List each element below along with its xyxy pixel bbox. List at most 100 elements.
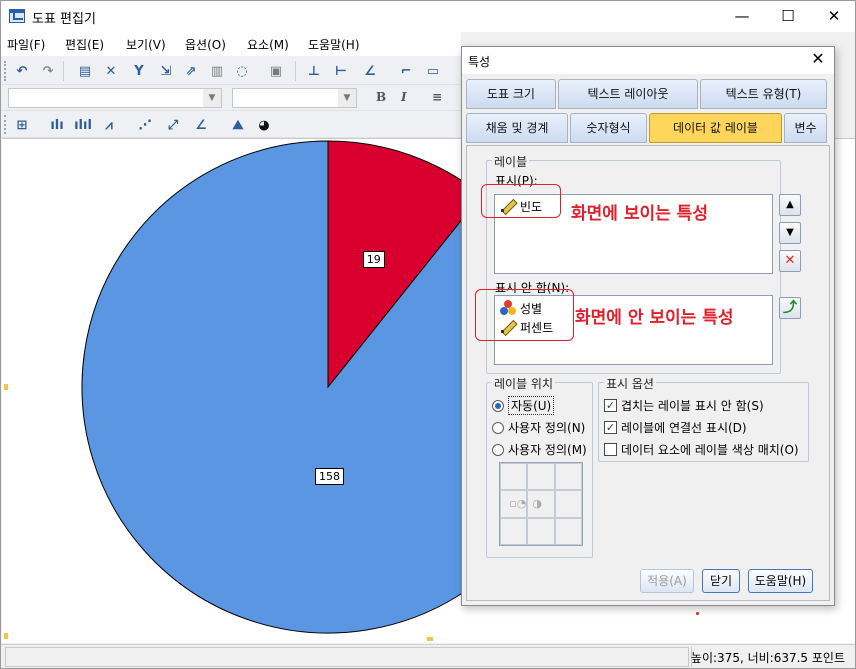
redo-icon[interactable]: ↷	[39, 62, 57, 80]
menu-help[interactable]: 도움말(H)	[308, 36, 360, 53]
display-options-title: 표시 옵션	[604, 375, 656, 392]
add-to-display-button[interactable]: ⤴	[779, 297, 801, 319]
minimize-button[interactable]: —	[719, 1, 765, 31]
transpose-icon[interactable]: ⇲	[157, 62, 175, 80]
checkbox-indicator[interactable]	[604, 443, 617, 456]
axis-x-icon[interactable]: ⊥	[305, 62, 323, 80]
checkbox-indicator[interactable]: ✓	[604, 421, 617, 434]
resize-handle[interactable]	[4, 633, 8, 639]
help-button[interactable]: 도움말(H)	[748, 569, 813, 593]
data-value-labels-panel: 레이블 표시(P): 빈도 ▲ ▼ ✕ 표시 안 함(N): 성별 퍼센트 ⤴ …	[466, 145, 830, 615]
label-position-grid[interactable]: ▫◔ ◑	[499, 462, 583, 546]
delete-button[interactable]: ✕	[779, 250, 801, 272]
menu-file[interactable]: 파일(F)	[7, 36, 45, 53]
position-custom-m-radio[interactable]: 사용자 정의(M)	[492, 441, 587, 458]
filter-icon[interactable]: Y	[130, 62, 148, 80]
data-label-19[interactable]: 19	[362, 251, 385, 269]
match-color-label: 데이터 요소에 레이블 색상 매치(O)	[621, 443, 799, 457]
properties-icon[interactable]: ▤	[76, 62, 94, 80]
status-bar: 높이:375, 너비:637.5 포인트	[1, 644, 855, 668]
apply-button[interactable]: 적용(A)	[640, 569, 694, 593]
tab-text-style[interactable]: 텍스트 유형(T)	[700, 79, 827, 109]
properties-dialog: 특성 ✕ 도표 크기 텍스트 레이아웃 텍스트 유형(T) 채움 및 경계 숫자…	[461, 46, 835, 615]
italic-button[interactable]: I	[401, 90, 407, 104]
dialog-close-icon[interactable]: ✕	[808, 49, 828, 68]
data-label-158[interactable]: 158	[315, 468, 344, 485]
frame-alt-icon[interactable]: ▭	[424, 62, 442, 80]
mountain-icon[interactable]: ⛰	[229, 116, 247, 134]
menu-bar: 파일(F) 편집(E) 보기(V) 옵션(O) 요소(M) 도움말(H)	[1, 32, 461, 56]
leader-lines-checkbox[interactable]: ✓ 레이블에 연결선 표시(D)	[604, 419, 747, 436]
axis-y-icon[interactable]: ⊢	[332, 62, 350, 80]
annotation-shown: 화면에 보이는 특성	[571, 204, 708, 224]
title-bar: 도표 편집기 — ☐ ✕	[1, 1, 855, 32]
line-icon[interactable]: ⩘	[100, 116, 118, 134]
bar-icon[interactable]: ılı	[48, 116, 66, 134]
position-custom-radio[interactable]: 사용자 정의(N)	[492, 419, 585, 436]
undo-icon[interactable]: ↶	[13, 62, 31, 80]
bar-chart-icon[interactable]: ▥	[208, 62, 226, 80]
menu-edit[interactable]: 편집(E)	[65, 36, 104, 53]
move-down-button[interactable]: ▼	[779, 222, 801, 244]
toolbar-format: ▼ ▼ B I ≡	[1, 85, 461, 111]
text-frame-icon[interactable]: ▣	[267, 62, 285, 80]
chart-editor-window: 도표 편집기 — ☐ ✕ 파일(F) 편집(E) 보기(V) 옵션(O) 요소(…	[0, 0, 856, 669]
tab-number-format[interactable]: 숫자형식	[570, 113, 647, 143]
scale-line-icon[interactable]: ∠	[361, 62, 379, 80]
dialog-title-bar: 특성 ✕	[462, 47, 834, 74]
hide-overlap-checkbox[interactable]: ✓ 겹치는 레이블 표시 안 함(S)	[604, 397, 764, 414]
radio-indicator[interactable]	[492, 421, 504, 434]
resize-handle[interactable]	[4, 384, 8, 390]
lasso-icon[interactable]: ◌	[233, 62, 251, 80]
chart-size-readout: 높이:375, 너비:637.5 포인트	[690, 651, 845, 665]
chevron-down-icon[interactable]: ▼	[338, 89, 356, 107]
align-left-button[interactable]: ≡	[432, 90, 442, 104]
leader-lines-label: 레이블에 연결선 표시(D)	[621, 421, 747, 435]
menu-options[interactable]: 옵션(O)	[185, 36, 226, 53]
cross-icon[interactable]: ✕	[102, 62, 120, 80]
match-color-checkbox[interactable]: 데이터 요소에 레이블 색상 매치(O)	[604, 441, 799, 458]
position-center-icon: ◑	[527, 490, 555, 518]
annotation-hidden: 화면에 안 보이는 특성	[575, 308, 734, 328]
position-custom-label: 사용자 정의(N)	[508, 421, 586, 435]
resize-handle[interactable]	[427, 637, 433, 641]
toolbar-grip[interactable]	[4, 115, 7, 134]
toolbar-grip[interactable]	[4, 61, 7, 81]
scale-icon[interactable]: ⇗	[182, 62, 200, 80]
position-auto-radio[interactable]: 자동(U)	[492, 396, 555, 415]
highlight-shown	[481, 184, 561, 218]
bar-group-icon[interactable]: ılıl	[74, 116, 92, 134]
data-label-mode-icon[interactable]: ⊞	[13, 116, 31, 134]
tab-variables[interactable]: 변수	[784, 113, 827, 143]
dialog-title: 특성	[468, 55, 491, 69]
chevron-down-icon[interactable]: ▼	[203, 89, 221, 107]
toolbar-elements: ⊞ ılı ılıl ⩘ ⋰ ⤢ ∠ ⛰ ◕	[1, 111, 461, 138]
tab-fill-border[interactable]: 채움 및 경계	[466, 113, 568, 143]
menu-view[interactable]: 보기(V)	[126, 36, 166, 53]
tab-text-layout[interactable]: 텍스트 레이아웃	[558, 79, 698, 109]
frame-icon[interactable]: ⌐	[397, 62, 415, 80]
bold-button[interactable]: B	[376, 90, 386, 104]
scatter-icon[interactable]: ⋰	[136, 116, 154, 134]
menu-elements[interactable]: 요소(M)	[247, 36, 289, 53]
label-position-title: 레이블 위치	[492, 375, 556, 392]
position-auto-label: 자동(U)	[508, 396, 555, 415]
area-icon[interactable]: ∠	[192, 116, 210, 134]
dialog-close-button[interactable]: 닫기	[702, 569, 740, 593]
highlight-hidden	[475, 289, 574, 341]
tab-chart-size[interactable]: 도표 크기	[466, 79, 556, 109]
radio-indicator[interactable]	[492, 399, 504, 412]
position-left-icon: ▫◔	[500, 490, 528, 518]
window-title: 도표 편집기	[32, 12, 96, 27]
font-name-combo[interactable]: ▼	[8, 88, 222, 108]
close-button[interactable]: ✕	[811, 1, 856, 31]
maximize-button[interactable]: ☐	[765, 1, 811, 31]
pie-icon[interactable]: ◕	[255, 116, 273, 134]
checkbox-indicator[interactable]: ✓	[604, 399, 617, 412]
tab-data-value-labels[interactable]: 데이터 값 레이블	[649, 113, 782, 143]
radio-indicator[interactable]	[492, 443, 504, 456]
font-size-combo[interactable]: ▼	[232, 88, 357, 108]
move-up-button[interactable]: ▲	[779, 194, 801, 216]
scatter-fit-icon[interactable]: ⤢	[164, 116, 182, 134]
position-custom-m-label: 사용자 정의(M)	[508, 443, 587, 457]
